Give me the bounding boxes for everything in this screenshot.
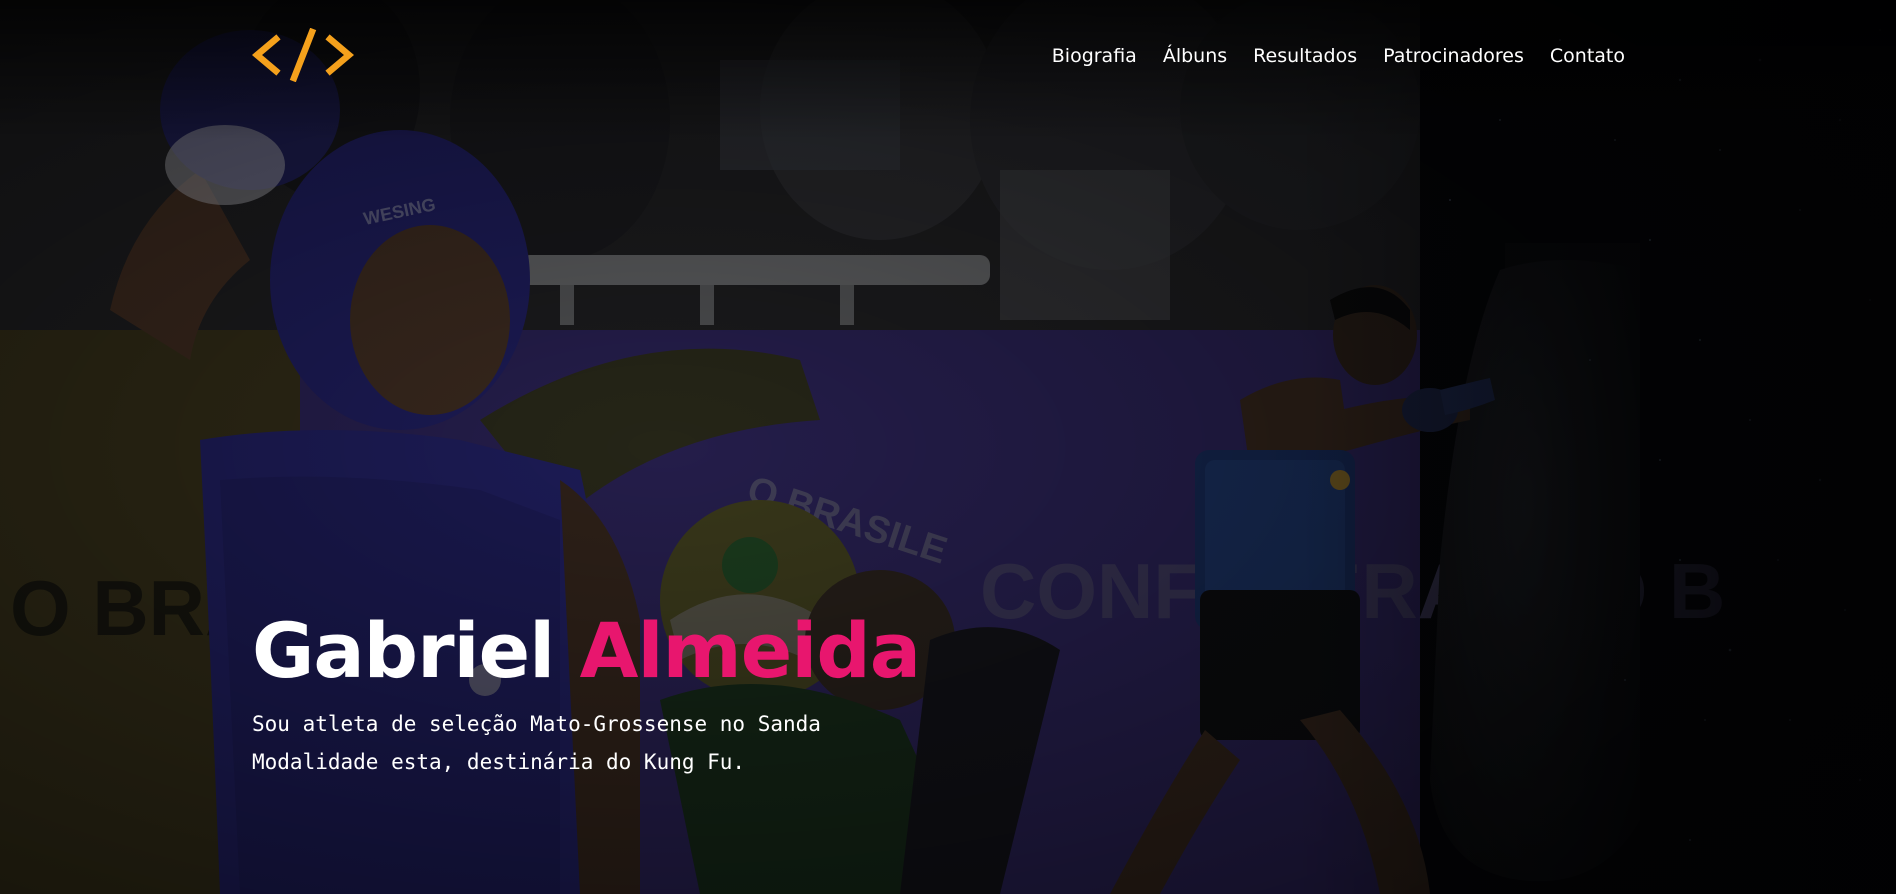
nav-link-patrocinadores[interactable]: Patrocinadores [1383,45,1524,67]
nav-link-albuns[interactable]: Álbuns [1163,45,1227,67]
hero-title: Gabriel Almeida [252,604,1152,698]
nav-link-biografia[interactable]: Biografia [1052,45,1137,67]
logo-link[interactable] [251,27,355,87]
hero-last-name: Almeida [579,606,921,695]
hero-section: O BRA CONFEDERAÇÃO B O BRASILE WESING [0,0,1896,894]
nav-link-contato[interactable]: Contato [1550,45,1625,67]
hero-description-line-2: Modalidade esta, destinária do Kung Fu. [252,750,746,774]
main-nav: Biografia Álbuns Resultados Patrocinador… [1052,45,1625,67]
hero-text-block: Gabriel Almeida Sou atleta de seleção Ma… [252,604,1152,781]
hero-description-line-1: Sou atleta de seleção Mato-Grossense no … [252,712,821,736]
hero-description: Sou atleta de seleção Mato-Grossense no … [252,705,1152,781]
nav-link-resultados[interactable]: Resultados [1253,45,1357,67]
top-navbar: Biografia Álbuns Resultados Patrocinador… [0,0,1896,120]
code-brackets-icon [251,27,355,83]
hero-first-name: Gabriel [252,606,555,695]
